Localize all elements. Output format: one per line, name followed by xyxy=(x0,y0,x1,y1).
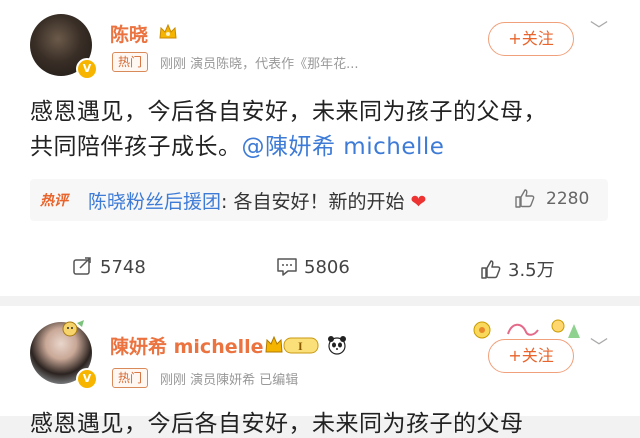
repost-count: 5748 xyxy=(100,257,146,278)
vip-crown-icon xyxy=(159,23,177,39)
verified-badge-icon: V xyxy=(76,58,98,80)
heart-icon: ❤ xyxy=(410,191,427,213)
post-body-line1: 感恩遇见，今后各自安好，未来同为孩子的父母 xyxy=(30,411,524,437)
comment-count: 5806 xyxy=(304,257,350,278)
hot-comment-content: : 各自安好！新的开始 xyxy=(221,191,405,213)
post-meta: 刚刚 演员陳妍希 已编辑 xyxy=(160,373,299,388)
thumbs-up-icon xyxy=(481,260,501,279)
hot-comment-likes: 2280 xyxy=(546,189,590,209)
comment-icon xyxy=(277,258,297,276)
author-name[interactable]: 陳妍希 michelle xyxy=(110,332,264,359)
hot-comment[interactable]: 热评 陈晓粉丝后援团: 各自安好！新的开始 ❤ 2280 xyxy=(30,179,608,221)
hot-comment-label: 热评 xyxy=(40,193,68,209)
post-meta: 刚刚 演员陈晓，代表作《那年花... xyxy=(160,57,359,72)
hot-tag: 热门 xyxy=(112,52,149,72)
decoration-sticker-icon xyxy=(62,320,84,337)
like-button[interactable]: 3.5万 xyxy=(480,256,555,282)
thumbs-up-icon[interactable] xyxy=(514,188,536,208)
verified-badge-icon: V xyxy=(76,368,98,390)
hot-comment-user[interactable]: 陈晓粉丝后援团 xyxy=(88,191,221,213)
chevron-down-icon[interactable]: ﹀ xyxy=(590,333,608,359)
chevron-down-icon[interactable]: ﹀ xyxy=(590,16,608,42)
svg-text:I: I xyxy=(298,339,303,353)
post-card-chenxiao: V 陈晓 热门 刚刚 演员陈晓，代表作《那年花... +关注 ﹀ 感恩遇见，今后… xyxy=(0,0,640,296)
hot-comment-text: 陈晓粉丝后援团: 各自安好！新的开始 ❤ xyxy=(88,187,426,214)
repost-icon xyxy=(73,257,91,275)
author-name[interactable]: 陈晓 xyxy=(110,20,148,47)
vip-level-badge-icon: I xyxy=(265,335,319,354)
post-body-line2: 共同陪伴孩子成长。@陳妍希 michelle xyxy=(30,127,444,161)
comment-button[interactable]: 5806 xyxy=(276,256,350,278)
post-body-text: 共同陪伴孩子成长。 xyxy=(30,134,242,160)
like-count: 3.5万 xyxy=(508,260,555,281)
repost-button[interactable]: 5748 xyxy=(72,256,146,278)
post-body-line1: 感恩遇见，今后各自安好，未来同为孩子的父母， xyxy=(30,99,547,125)
follow-button[interactable]: +关注 xyxy=(488,22,574,56)
hot-tag: 热门 xyxy=(112,368,149,388)
mention-link[interactable]: @陳妍希 michelle xyxy=(242,134,445,160)
follow-button[interactable]: +关注 xyxy=(488,339,574,373)
panda-icon xyxy=(328,336,346,355)
